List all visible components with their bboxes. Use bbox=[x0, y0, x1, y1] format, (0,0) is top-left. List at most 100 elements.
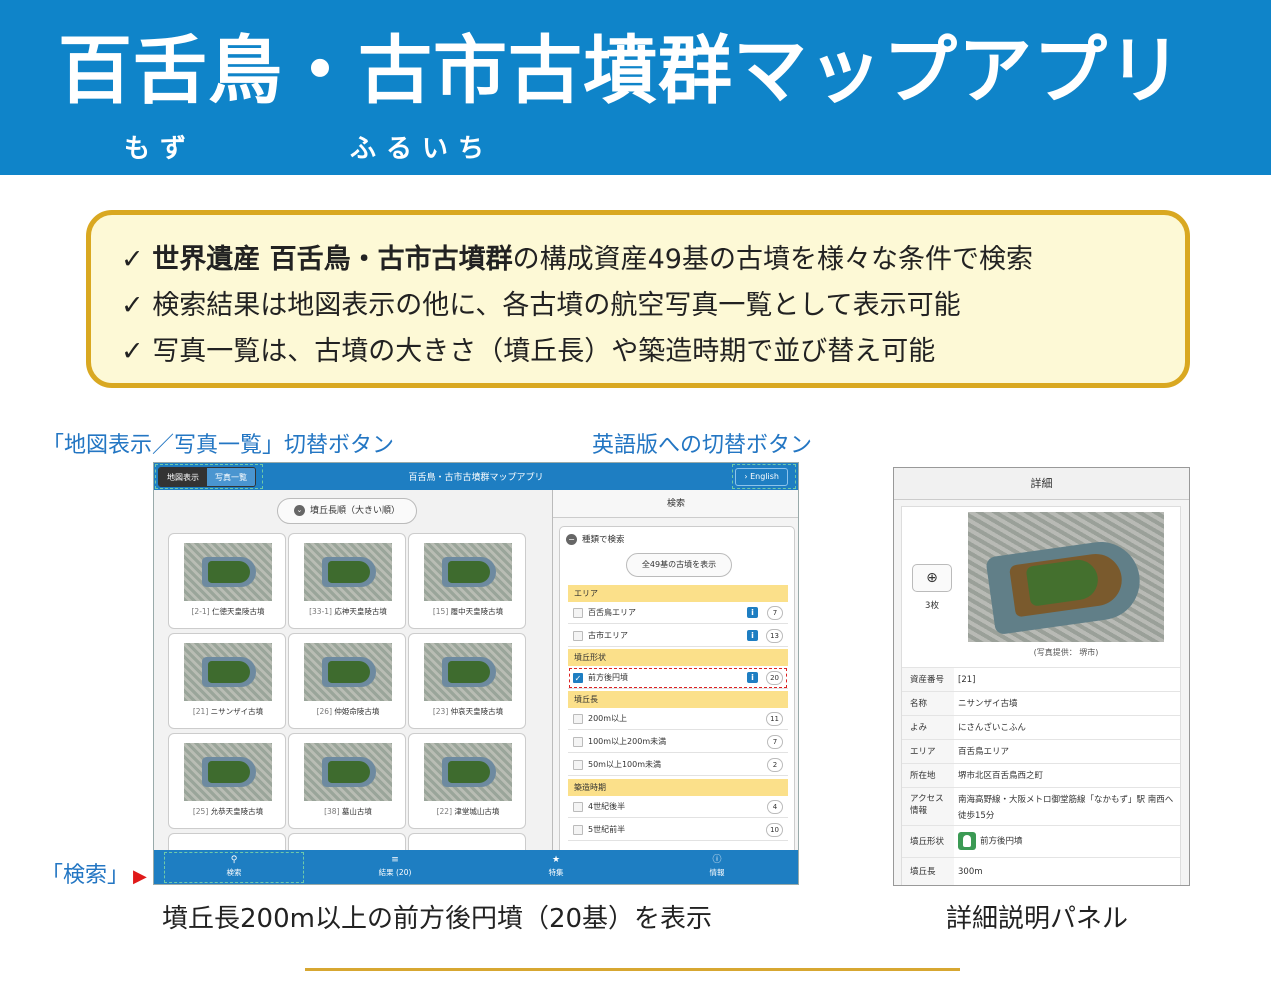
tile-caption: [33-1] 応神天皇陵古墳 bbox=[309, 607, 387, 616]
detail-panel: 詳細 ⊕ 3枚 (写真提供： 堺市) 資産番号 [21] 名称 ニサンザイ古墳 … bbox=[893, 467, 1190, 886]
show-all-button[interactable]: 全49基の古墳を表示 bbox=[626, 553, 732, 577]
app-topbar: 地図表示 写真一覧 百舌鳥・古市古墳群マップアプリ › English bbox=[154, 463, 798, 490]
count-badge: 10 bbox=[766, 823, 783, 837]
filter-row-50-100[interactable]: 50m以上100m未満 2 bbox=[568, 754, 788, 776]
search-panel-header: 検索 bbox=[553, 490, 798, 518]
checkbox[interactable] bbox=[573, 714, 583, 724]
detail-header: 詳細 bbox=[894, 468, 1189, 500]
banner-title: 百舌鳥・古市古墳群マップアプリ bbox=[58, 28, 1183, 114]
nav-results[interactable]: ≡ 結果 (20) bbox=[325, 853, 465, 882]
search-panel: 検索 − 種類で検索 全49基の古墳を表示 エリア 百舌鳥エリア i 7 古市エリ… bbox=[552, 490, 798, 850]
aerial-photo bbox=[304, 543, 392, 601]
app-title: 百舌鳥・古市古墳群マップアプリ bbox=[408, 473, 544, 483]
filter-row-4c-late[interactable]: 4世紀後半 4 bbox=[568, 796, 788, 818]
photo-count: 3枚 bbox=[925, 601, 939, 611]
aerial-photo bbox=[424, 643, 512, 701]
feature-1-text: の構成資産49基の古墳を様々な条件で検索 bbox=[512, 244, 1033, 275]
kofun-tile[interactable] bbox=[288, 833, 406, 850]
detail-row: エリア 百舌鳥エリア bbox=[902, 739, 1180, 763]
feature-1-highlight: 世界遺産 百舌鳥・古市古墳群 bbox=[152, 244, 513, 275]
filter-row-zenpokoen[interactable]: ✓ 前方後円墳 i 20 bbox=[568, 667, 788, 689]
feature-3-text: 写真一覧は、古墳の大きさ（墳丘長）や築造時期で並び替え可能 bbox=[152, 336, 936, 367]
english-highlight bbox=[732, 464, 796, 489]
callout-toggle: 「地図表示／写真一覧」切替ボタン bbox=[42, 433, 395, 458]
count-badge: 7 bbox=[767, 735, 783, 749]
info-icon: ⓘ bbox=[712, 855, 722, 865]
features-box: ✓ 世界遺産 百舌鳥・古市古墳群の構成資産49基の古墳を様々な条件で検索 ✓ 検… bbox=[86, 210, 1190, 388]
feature-line-3: ✓ 写真一覧は、古墳の大きさ（墳丘長）や築造時期で並び替え可能 bbox=[121, 329, 1155, 375]
filter-row-furuichi[interactable]: 古市エリア i 13 bbox=[568, 625, 788, 647]
detail-aerial-photo[interactable] bbox=[968, 512, 1164, 642]
check-icon: ✓ bbox=[121, 290, 144, 321]
checkbox[interactable] bbox=[573, 760, 583, 770]
kofun-tile[interactable] bbox=[168, 833, 286, 850]
aerial-photo bbox=[424, 743, 512, 801]
feature-line-1: ✓ 世界遺産 百舌鳥・古市古墳群の構成資産49基の古墳を様々な条件で検索 bbox=[121, 237, 1155, 283]
nav-featured[interactable]: ★ 特集 bbox=[486, 853, 626, 882]
tile-caption: [25] 允恭天皇陵古墳 bbox=[192, 807, 264, 816]
kofun-tile[interactable]: [26] 仲姫命陵古墳 bbox=[288, 633, 406, 729]
kofun-tile[interactable]: [23] 仲哀天皇陵古墳 bbox=[408, 633, 526, 729]
section-period: 築造時期 bbox=[568, 779, 788, 796]
kofun-tile[interactable]: [25] 允恭天皇陵古墳 bbox=[168, 733, 286, 829]
kofun-tile[interactable]: [21] ニサンザイ古墳 bbox=[168, 633, 286, 729]
tile-caption: [21] ニサンザイ古墳 bbox=[192, 707, 264, 716]
checkbox[interactable] bbox=[573, 631, 583, 641]
filter-row-over200[interactable]: 200m以上 11 bbox=[568, 708, 788, 730]
callout-english: 英語版への切替ボタン bbox=[592, 433, 813, 458]
tile-caption: [23] 仲哀天皇陵古墳 bbox=[432, 707, 504, 716]
kofun-tile[interactable]: [38] 墓山古墳 bbox=[288, 733, 406, 829]
photo-gallery: ⌄ 墳丘長順（大きい順） [2-1] 仁徳天皇陵古墳 [33-1] 応神天皇陵古墳… bbox=[154, 490, 552, 850]
kofun-tile[interactable]: [15] 履中天皇陵古墳 bbox=[408, 533, 526, 629]
section-area: エリア bbox=[568, 585, 788, 602]
caption-search-result: 墳丘長200m以上の前方後円墳（20基）を表示 bbox=[162, 904, 713, 934]
kofun-tile[interactable]: [33-1] 応神天皇陵古墳 bbox=[288, 533, 406, 629]
info-icon[interactable]: i bbox=[747, 672, 758, 683]
feature-2-text: 検索結果は地図表示の他に、各古墳の航空写真一覧として表示可能 bbox=[152, 290, 961, 321]
search-by-type[interactable]: − 種類で検索 bbox=[566, 533, 625, 545]
kofun-tile[interactable] bbox=[408, 833, 526, 850]
kofun-tile[interactable]: [2-1] 仁徳天皇陵古墳 bbox=[168, 533, 286, 629]
kofun-tile[interactable]: [22] 津堂城山古墳 bbox=[408, 733, 526, 829]
detail-row: 墳丘形状 前方後円墳 bbox=[902, 825, 1180, 857]
detail-row: 墳丘長 300m bbox=[902, 857, 1180, 885]
search-highlight bbox=[164, 852, 304, 883]
info-icon[interactable]: i bbox=[747, 607, 758, 618]
aerial-photo bbox=[424, 543, 512, 601]
checkbox[interactable] bbox=[573, 608, 583, 618]
zoom-in-icon[interactable]: ⊕ bbox=[912, 564, 952, 592]
filter-row-5c-early[interactable]: 5世紀前半 10 bbox=[568, 819, 788, 841]
nav-info[interactable]: ⓘ 情報 bbox=[647, 853, 787, 882]
section-length: 墳丘長 bbox=[568, 691, 788, 708]
aerial-photo bbox=[184, 543, 272, 601]
sort-button[interactable]: ⌄ 墳丘長順（大きい順） bbox=[277, 498, 417, 524]
arrow-right-icon: ▶ bbox=[133, 866, 147, 887]
count-badge: 4 bbox=[767, 800, 783, 814]
count-badge: 2 bbox=[767, 758, 783, 772]
divider bbox=[305, 968, 960, 971]
callout-search-label: 「検索」 bbox=[41, 863, 130, 888]
caption-detail-panel: 詳細説明パネル bbox=[946, 904, 1129, 934]
feature-line-2: ✓ 検索結果は地図表示の他に、各古墳の航空写真一覧として表示可能 bbox=[121, 283, 1155, 329]
filter-row-100-200[interactable]: 100m以上200m未満 7 bbox=[568, 731, 788, 753]
detail-card: ⊕ 3枚 (写真提供： 堺市) 資産番号 [21] 名称 ニサンザイ古墳 よみ … bbox=[901, 506, 1181, 885]
tile-caption: [15] 履中天皇陵古墳 bbox=[432, 607, 504, 616]
section-shape: 墳丘形状 bbox=[568, 649, 788, 666]
count-badge: 11 bbox=[766, 712, 783, 726]
collapse-icon: − bbox=[566, 534, 577, 545]
checkbox[interactable] bbox=[573, 802, 583, 812]
checkbox[interactable] bbox=[573, 825, 583, 835]
detail-row: 資産番号 [21] bbox=[902, 667, 1180, 691]
info-icon[interactable]: i bbox=[747, 630, 758, 641]
tile-caption: [38] 墓山古墳 bbox=[324, 807, 372, 816]
title-banner: 百舌鳥・古市古墳群マップアプリ もず ふるいち bbox=[0, 0, 1271, 175]
filter-row-mozu[interactable]: 百舌鳥エリア i 7 bbox=[568, 602, 788, 624]
checkbox-checked[interactable]: ✓ bbox=[573, 673, 583, 683]
detail-row: アクセス情報 南海高野線・大阪メトロ御堂筋線「なかもず」駅 南西へ徒歩15分 bbox=[902, 787, 1180, 825]
sort-label: 墳丘長順（大きい順） bbox=[309, 506, 400, 516]
callout-search: 「検索」 ▶ bbox=[41, 857, 147, 889]
bottom-nav: ⚲ 検索 ≡ 結果 (20) ★ 特集 ⓘ 情報 bbox=[154, 850, 798, 884]
checkbox[interactable] bbox=[573, 737, 583, 747]
check-icon: ✓ bbox=[121, 336, 144, 367]
list-icon: ≡ bbox=[391, 855, 399, 865]
